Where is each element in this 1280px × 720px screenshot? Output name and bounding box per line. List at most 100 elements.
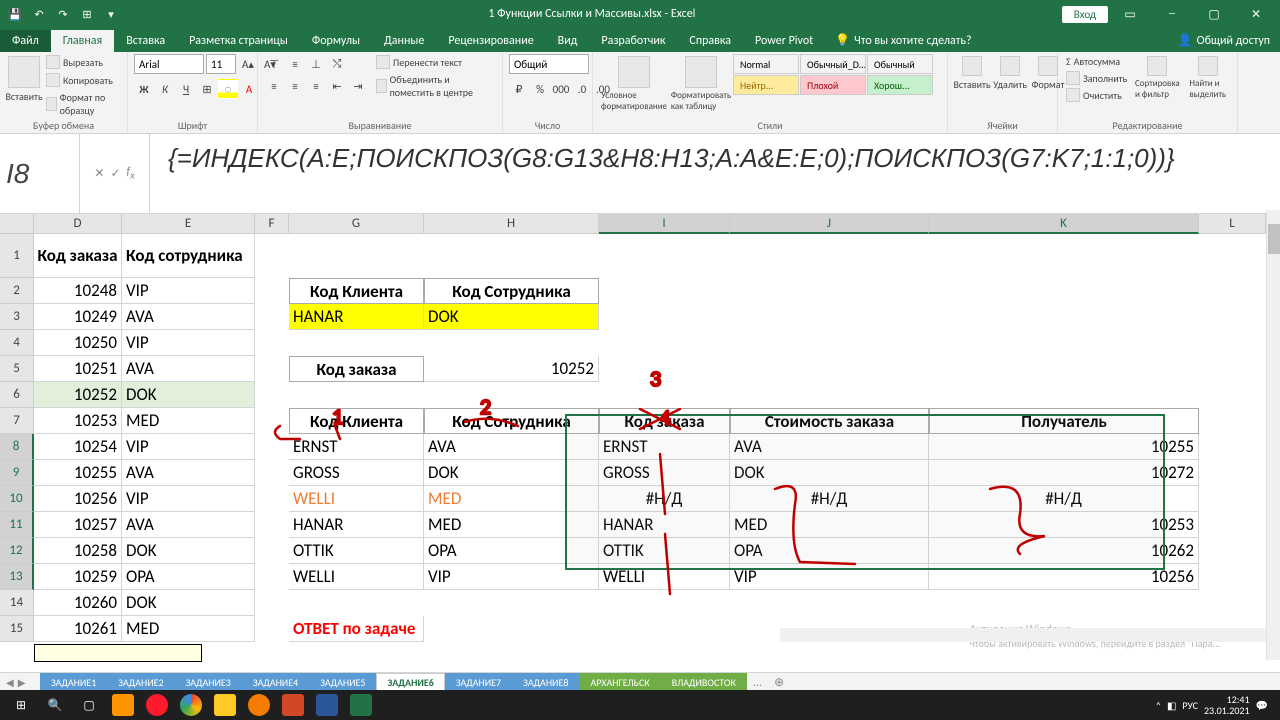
tab-layout[interactable]: Разметка страницы bbox=[177, 30, 300, 52]
cut-button[interactable]: Вырезать bbox=[44, 54, 121, 70]
search-icon[interactable]: 🔍 bbox=[38, 690, 72, 720]
cell-K8[interactable]: 10255 bbox=[929, 434, 1199, 460]
select-all-triangle[interactable] bbox=[0, 214, 34, 234]
qat-dropdown-icon[interactable]: ▾ bbox=[100, 3, 122, 25]
cell-I10[interactable]: #Н/Д bbox=[599, 486, 730, 512]
cell-J7[interactable]: Стоимость заказа bbox=[730, 408, 929, 434]
word-icon[interactable] bbox=[310, 690, 344, 720]
font-color-button[interactable]: A bbox=[239, 79, 259, 99]
col-header-G[interactable]: G bbox=[289, 214, 424, 234]
cell-D14[interactable]: 10260 bbox=[34, 590, 122, 616]
tab-insert[interactable]: Вставка bbox=[114, 30, 177, 52]
insert-cells-button[interactable]: Вставить bbox=[954, 54, 990, 93]
horizontal-scrollbar[interactable] bbox=[780, 628, 1266, 642]
wrap-text-button[interactable]: Перенести текст bbox=[374, 54, 496, 70]
cell-D10[interactable]: 10256 bbox=[34, 486, 122, 512]
cell-E2[interactable]: VIP bbox=[122, 278, 255, 304]
col-header-L[interactable]: L bbox=[1199, 214, 1266, 234]
cell-J8[interactable]: AVA bbox=[730, 434, 929, 460]
opera-icon[interactable] bbox=[140, 690, 174, 720]
cell-G9[interactable]: GROSS bbox=[289, 460, 424, 486]
cell-K7[interactable]: Получатель bbox=[929, 408, 1199, 434]
chrome-icon[interactable] bbox=[174, 690, 208, 720]
italic-button[interactable]: К bbox=[155, 79, 175, 99]
align-right-icon[interactable]: ≡ bbox=[306, 76, 326, 96]
align-center-icon[interactable]: ≡ bbox=[285, 76, 305, 96]
cell-E6[interactable]: DOK bbox=[122, 382, 255, 408]
font-size-combo[interactable] bbox=[206, 54, 236, 74]
powerpoint-icon[interactable] bbox=[276, 690, 310, 720]
style-normal[interactable]: Normal bbox=[733, 54, 799, 74]
cell-E11[interactable]: AVA bbox=[122, 512, 255, 538]
cell-J13[interactable]: VIP bbox=[730, 564, 929, 590]
style-good[interactable]: Хорош... bbox=[867, 75, 933, 95]
cell-D12[interactable]: 10258 bbox=[34, 538, 122, 564]
cell-J12[interactable]: OPA bbox=[730, 538, 929, 564]
row-header-11[interactable]: 11 bbox=[0, 512, 34, 538]
cell-E4[interactable]: VIP bbox=[122, 330, 255, 356]
share-button[interactable]: 👤Общий доступ bbox=[1168, 29, 1280, 52]
col-header-J[interactable]: J bbox=[730, 214, 929, 234]
row-header-8[interactable]: 8 bbox=[0, 434, 34, 460]
undo-icon[interactable]: ↶ bbox=[28, 3, 50, 25]
col-header-H[interactable]: H bbox=[424, 214, 599, 234]
cell-H9[interactable]: DOK bbox=[424, 460, 599, 486]
cell-K9[interactable]: 10272 bbox=[929, 460, 1199, 486]
cell-H3[interactable]: DOK bbox=[424, 304, 599, 330]
tray-app-icon[interactable]: ◧ bbox=[1167, 699, 1176, 712]
align-bottom-icon[interactable]: ⊥ bbox=[306, 54, 326, 74]
close-icon[interactable]: ✕ bbox=[1236, 0, 1276, 28]
cell-E3[interactable]: AVA bbox=[122, 304, 255, 330]
row-header-3[interactable]: 3 bbox=[0, 304, 34, 330]
row-header-10[interactable]: 10 bbox=[0, 486, 34, 512]
indent-dec-icon[interactable]: ⇤ bbox=[327, 76, 347, 96]
col-header-E[interactable]: E bbox=[122, 214, 255, 234]
cell-J11[interactable]: MED bbox=[730, 512, 929, 538]
excel-icon[interactable] bbox=[344, 690, 378, 720]
tell-me-search[interactable]: 💡Что вы хотите сделать? bbox=[825, 29, 981, 52]
format-painter-button[interactable]: Формат по образцу bbox=[44, 90, 121, 118]
cell-H2[interactable]: Код Сотрудника bbox=[424, 278, 599, 304]
cell-H11[interactable]: MED bbox=[424, 512, 599, 538]
touch-icon[interactable]: ⊞ bbox=[76, 3, 98, 25]
cell-H8[interactable]: AVA bbox=[424, 434, 599, 460]
align-middle-icon[interactable]: ≡ bbox=[285, 54, 305, 74]
cell-H13[interactable]: VIP bbox=[424, 564, 599, 590]
cell-E1[interactable]: Код сотрудника bbox=[122, 234, 255, 278]
cell-I11[interactable]: HANAR bbox=[599, 512, 730, 538]
cell-D3[interactable]: 10249 bbox=[34, 304, 122, 330]
comma-icon[interactable]: 000 bbox=[551, 79, 571, 99]
paste-button[interactable]: Вставить bbox=[6, 54, 42, 105]
format-table-button[interactable]: Форматировать как таблицу bbox=[671, 54, 731, 114]
merge-button[interactable]: Объединить и поместить в центре bbox=[374, 72, 496, 100]
cell-D6[interactable]: 10252 bbox=[34, 382, 122, 408]
cell-D5[interactable]: 10251 bbox=[34, 356, 122, 382]
cell-G7[interactable]: Код Клиента bbox=[289, 408, 424, 434]
cell-D8[interactable]: 10254 bbox=[34, 434, 122, 460]
cell-G2[interactable]: Код Клиента bbox=[289, 278, 424, 304]
cell-H12[interactable]: OPA bbox=[424, 538, 599, 564]
cell-H7[interactable]: Код Cотрудника bbox=[424, 408, 599, 434]
cell-I8[interactable]: ERNST bbox=[599, 434, 730, 460]
font-name-combo[interactable] bbox=[134, 54, 204, 74]
cell-E12[interactable]: DOK bbox=[122, 538, 255, 564]
clear-button[interactable]: Очистить bbox=[1064, 87, 1129, 103]
cond-format-button[interactable]: Условное форматирование bbox=[599, 54, 669, 114]
name-box[interactable]: I8 bbox=[0, 134, 80, 213]
cell-D7[interactable]: 10253 bbox=[34, 408, 122, 434]
row-header-7[interactable]: 7 bbox=[0, 408, 34, 434]
ribbon-options-icon[interactable]: ▭ bbox=[1110, 0, 1150, 28]
cell-E14[interactable]: DOK bbox=[122, 590, 255, 616]
redo-icon[interactable]: ↷ bbox=[52, 3, 74, 25]
cell-G3[interactable]: HANAR bbox=[289, 304, 424, 330]
currency-icon[interactable]: ₽ bbox=[509, 79, 529, 99]
cell-H5[interactable]: 10252 bbox=[424, 356, 599, 382]
cancel-formula-icon[interactable]: ✕ bbox=[94, 166, 104, 181]
cell-G11[interactable]: HANAR bbox=[289, 512, 424, 538]
minimize-icon[interactable]: ─ bbox=[1152, 0, 1192, 28]
notifications-icon[interactable]: 💬 bbox=[1256, 699, 1268, 712]
firefox-icon[interactable] bbox=[106, 690, 140, 720]
cell-G13[interactable]: WELLI bbox=[289, 564, 424, 590]
tab-nav-right-icon[interactable]: ▶ bbox=[18, 676, 26, 689]
col-header-F[interactable]: F bbox=[255, 214, 289, 234]
